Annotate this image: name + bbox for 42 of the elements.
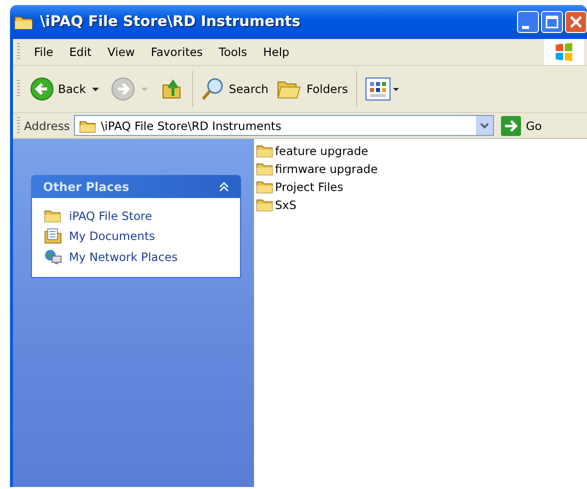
folder-icon: [256, 143, 274, 158]
documents-icon: [44, 228, 62, 244]
search-icon: [200, 77, 225, 101]
panel-title: Other Places: [43, 180, 130, 194]
folder-icon: [44, 208, 62, 223]
address-label: Address: [24, 118, 70, 132]
maximize-button[interactable]: [541, 11, 563, 33]
folder-name[interactable]: SxS: [275, 198, 296, 212]
go-button[interactable]: Go: [498, 116, 545, 136]
minimize-button[interactable]: [517, 11, 539, 33]
place-link[interactable]: My Network Places: [69, 250, 178, 264]
panel-header[interactable]: Other Places: [31, 175, 241, 198]
back-button[interactable]: Back: [26, 75, 90, 103]
views-icon: [364, 77, 401, 101]
menu-item[interactable]: Tools: [210, 45, 256, 59]
windows-logo-icon: [544, 39, 584, 65]
menu-item[interactable]: View: [100, 45, 143, 59]
close-button[interactable]: [565, 11, 587, 33]
menu-item[interactable]: Help: [255, 45, 298, 59]
address-field[interactable]: \iPAQ File Store\RD Instruments: [74, 115, 494, 136]
menu-item[interactable]: File: [26, 45, 62, 59]
search-button[interactable]: Search: [196, 75, 272, 103]
collapse-icon[interactable]: [219, 182, 229, 192]
menu-item[interactable]: Favorites: [142, 45, 211, 59]
folder-icon: [256, 197, 274, 212]
folder-name[interactable]: Project Files: [275, 180, 344, 194]
folder-name[interactable]: feature upgrade: [275, 144, 368, 158]
caret-icon: [480, 121, 489, 130]
place-link[interactable]: My Documents: [69, 229, 155, 243]
window-title: \iPAQ File Store\RD Instruments: [40, 14, 302, 30]
minimize-icon: [522, 26, 529, 28]
folder-icon: [256, 179, 274, 194]
folders-button[interactable]: Folders: [272, 75, 352, 103]
folder-icon: [78, 118, 97, 132]
folder-name[interactable]: firmware upgrade: [275, 162, 378, 176]
dropdown-button[interactable]: [476, 116, 493, 135]
place-link[interactable]: iPAQ File Store: [69, 208, 152, 222]
menu-item[interactable]: Edit: [61, 45, 100, 59]
caret-icon[interactable]: [92, 86, 99, 92]
network-icon: [44, 249, 62, 265]
folder-icon: [256, 161, 274, 176]
folder-icon: [14, 14, 34, 30]
